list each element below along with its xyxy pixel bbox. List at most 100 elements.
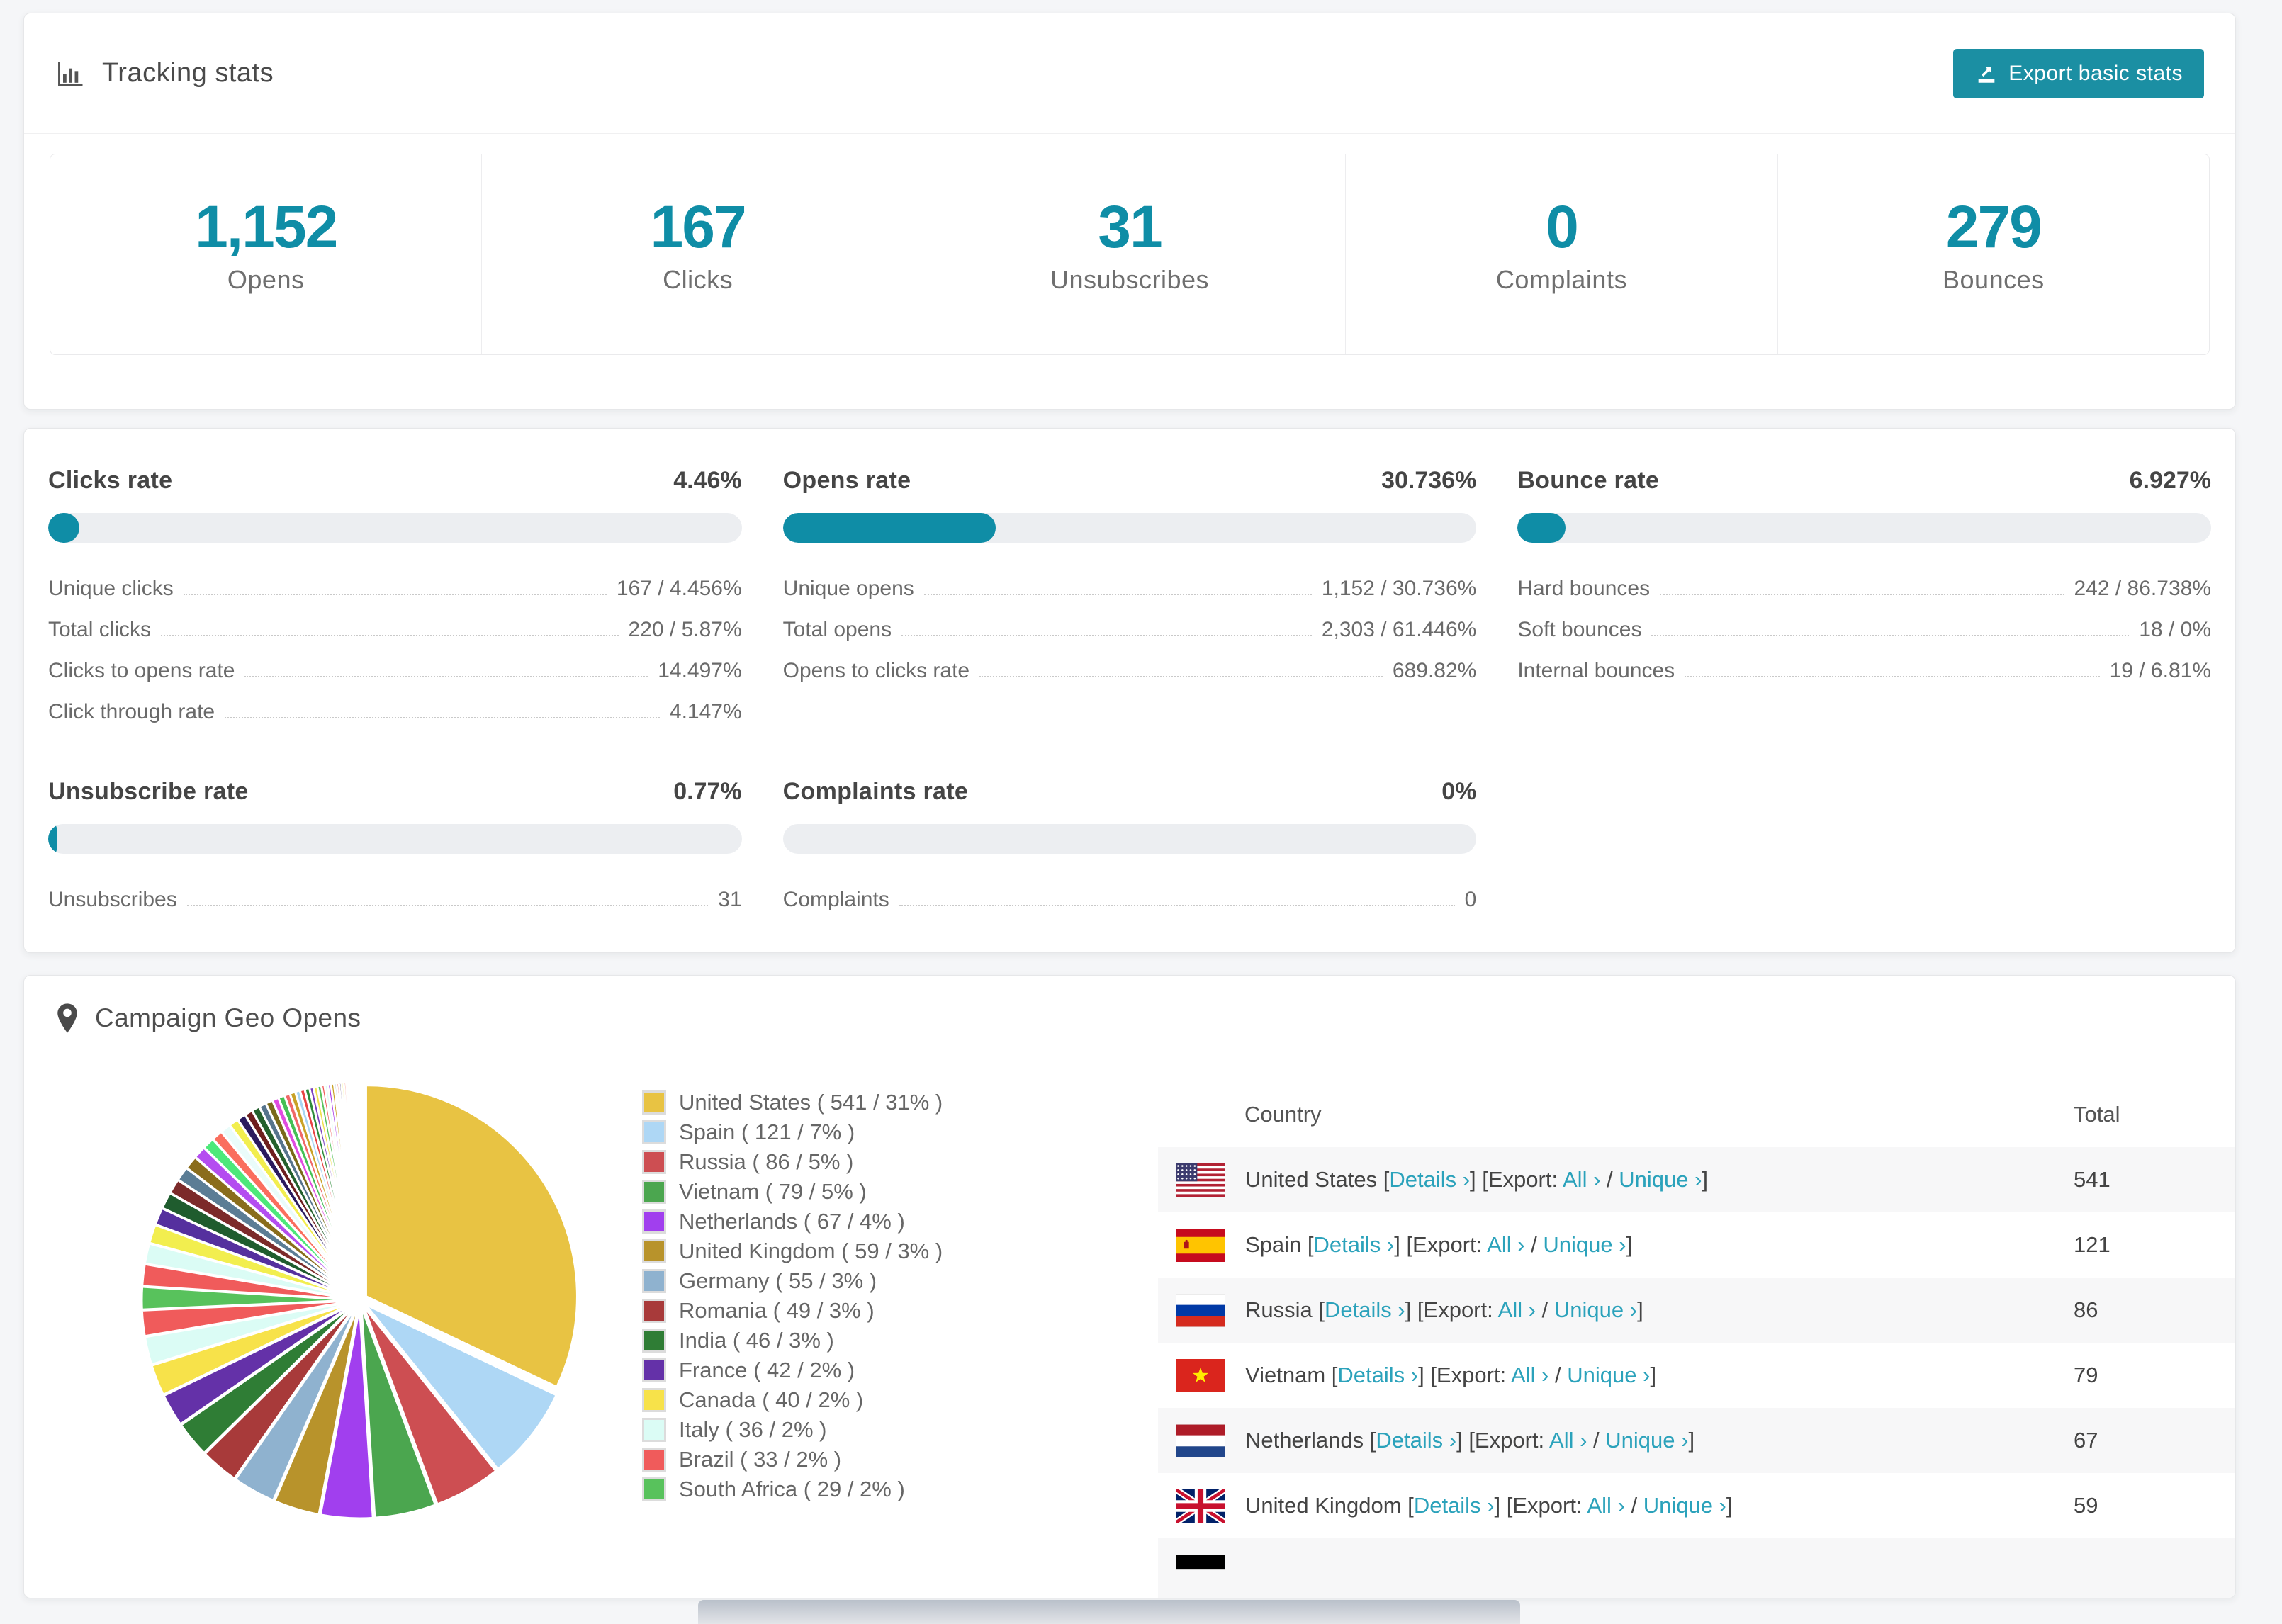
country-cell: United Kingdom [Details ›] [Export: All … xyxy=(1158,1486,2074,1526)
legend-item: United Kingdom ( 59 / 3% ) xyxy=(642,1236,943,1266)
dotted-leader xyxy=(923,594,1312,595)
dotted-leader xyxy=(183,594,607,595)
rate-value: 0% xyxy=(1441,778,1477,805)
export-unique-link[interactable]: Unique › xyxy=(1543,1232,1626,1257)
country-flag-icon xyxy=(1176,1358,1225,1392)
legend-item: Vietnam ( 79 / 5% ) xyxy=(642,1177,943,1207)
stat-row-value: 18 / 0% xyxy=(2139,618,2211,641)
legend-item: India ( 46 / 3% ) xyxy=(642,1326,943,1355)
legend-swatch xyxy=(642,1090,666,1115)
total-column-header: Total xyxy=(2074,1102,2120,1127)
export-all-link[interactable]: All › xyxy=(1511,1363,1548,1387)
legend-item: Brazil ( 33 / 2% ) xyxy=(642,1445,943,1474)
export-unique-link[interactable]: Unique › xyxy=(1619,1167,1702,1192)
legend-swatch xyxy=(642,1358,666,1382)
stat-row: Unique opens 1,152 / 30.736% xyxy=(783,564,1477,605)
stat-number: 167 xyxy=(650,193,747,260)
stat-label: Clicks xyxy=(663,265,734,295)
details-link[interactable]: Details › xyxy=(1337,1363,1418,1387)
stat-row: Complaints 0 xyxy=(783,875,1477,916)
legend-label: France ( 42 / 2% ) xyxy=(679,1358,855,1382)
country-cell: Spain [Details ›] [Export: All › / Uniqu… xyxy=(1158,1228,2074,1262)
stat-number: 0 xyxy=(1546,193,1579,260)
stat-number: 1,152 xyxy=(195,193,338,260)
legend-item: France ( 42 / 2% ) xyxy=(642,1355,943,1385)
progress-fill xyxy=(1517,513,1566,543)
stat-row-label: Clicks to opens rate xyxy=(48,659,235,682)
clicks-rate-block: Clicks rate 4.46% Unique clicks 167 / 4.4… xyxy=(48,467,742,728)
stat-row: Total opens 2,303 / 61.446% xyxy=(783,605,1477,646)
rate-title: Unsubscribe rate xyxy=(48,778,249,805)
legend-swatch xyxy=(642,1448,666,1472)
stat-number: 279 xyxy=(1945,193,2042,260)
export-all-link[interactable]: All › xyxy=(1487,1232,1524,1257)
export-all-link[interactable]: All › xyxy=(1587,1493,1624,1518)
horizontal-scrollbar[interactable] xyxy=(698,1600,1520,1624)
export-unique-link[interactable]: Unique › xyxy=(1567,1363,1650,1387)
export-unique-link[interactable]: Unique › xyxy=(1605,1428,1688,1453)
export-basic-stats-button[interactable]: Export basic stats xyxy=(1953,48,2204,98)
legend-item: United States ( 541 / 31% ) xyxy=(642,1088,943,1117)
stat-row-label: Unique clicks xyxy=(48,577,174,600)
rate-title: Clicks rate xyxy=(48,467,173,494)
table-row: United States [Details ›] [Export: All ›… xyxy=(1158,1147,2235,1212)
dotted-leader xyxy=(225,717,660,718)
stat-row-value: 2,303 / 61.446% xyxy=(1321,618,1477,641)
details-link[interactable]: Details › xyxy=(1376,1428,1456,1453)
stat-row: Unsubscribes 31 xyxy=(48,875,742,916)
country-flag-icon xyxy=(1175,1423,1226,1458)
legend-swatch xyxy=(642,1329,666,1353)
stat-row-label: Hard bounces xyxy=(1517,577,1651,600)
total-cell: 121 xyxy=(2074,1232,2110,1257)
geo-table: Country Total United States [Details ›] … xyxy=(1158,1082,2235,1598)
tracking-stats-header: Tracking stats Export basic stats xyxy=(24,13,2235,134)
legend-item: South Africa ( 29 / 2% ) xyxy=(642,1474,943,1504)
tracking-stats-card: Tracking stats Export basic stats 1,152 O… xyxy=(23,13,2236,410)
legend-item: Canada ( 40 / 2% ) xyxy=(642,1385,943,1415)
stat-row-label: Total clicks xyxy=(48,618,152,641)
progress-fill xyxy=(48,824,57,854)
legend-label: Vietnam ( 79 / 5% ) xyxy=(679,1179,867,1204)
stat-label: Opens xyxy=(227,265,305,295)
progress-bar xyxy=(48,824,742,854)
rate-value: 4.46% xyxy=(673,467,742,494)
stat-row-value: 19 / 6.81% xyxy=(2109,659,2211,682)
stat-number: 31 xyxy=(1098,193,1162,260)
legend-label: Italy ( 36 / 2% ) xyxy=(679,1417,827,1442)
export-all-link[interactable]: All › xyxy=(1563,1167,1600,1192)
progress-fill xyxy=(782,513,996,543)
legend-label: Netherlands ( 67 / 4% ) xyxy=(679,1209,905,1234)
export-all-link[interactable]: All › xyxy=(1498,1297,1536,1322)
dotted-leader xyxy=(979,676,1383,677)
legend-swatch xyxy=(642,1477,666,1501)
stat-label: Bounces xyxy=(1943,265,2045,295)
country-cell: Netherlands [Details ›] [Export: All › /… xyxy=(1158,1423,2074,1458)
export-icon xyxy=(1978,66,1995,83)
total-cell: 67 xyxy=(2074,1428,2098,1453)
country-cell: Vietnam [Details ›] [Export: All › / Uni… xyxy=(1158,1358,2074,1392)
details-link[interactable]: Details › xyxy=(1314,1232,1395,1257)
rate-title: Opens rate xyxy=(782,467,911,494)
export-unique-link[interactable]: Unique › xyxy=(1643,1493,1726,1518)
total-cell: 59 xyxy=(2074,1493,2098,1518)
map-pin-icon xyxy=(57,1003,77,1033)
legend-item: Netherlands ( 67 / 4% ) xyxy=(642,1207,943,1236)
bar-chart-icon xyxy=(58,62,83,86)
table-row: Vietnam [Details ›] [Export: All › / Uni… xyxy=(1158,1343,2235,1408)
legend-swatch xyxy=(642,1388,666,1412)
export-unique-link[interactable]: Unique › xyxy=(1554,1297,1637,1322)
country-flag-icon xyxy=(1176,1554,1225,1588)
rate-value: 30.736% xyxy=(1381,467,1477,494)
dotted-leader xyxy=(244,676,648,677)
export-all-link[interactable]: All › xyxy=(1549,1428,1587,1453)
rate-value: 0.77% xyxy=(673,778,742,805)
details-link[interactable]: Details › xyxy=(1389,1167,1470,1192)
stat-label: Unsubscribes xyxy=(1050,265,1210,295)
legend-item: Germany ( 55 / 3% ) xyxy=(642,1266,943,1296)
summary-stat-complaints: 0 Complaints xyxy=(1345,154,1777,354)
details-link[interactable]: Details › xyxy=(1414,1493,1495,1518)
progress-bar xyxy=(48,513,742,543)
details-link[interactable]: Details › xyxy=(1325,1297,1405,1322)
summary-stats-box: 1,152 Opens 167 Clicks 31 Unsubscribes 0 Compla… xyxy=(50,154,2210,355)
legend-swatch xyxy=(642,1209,666,1234)
